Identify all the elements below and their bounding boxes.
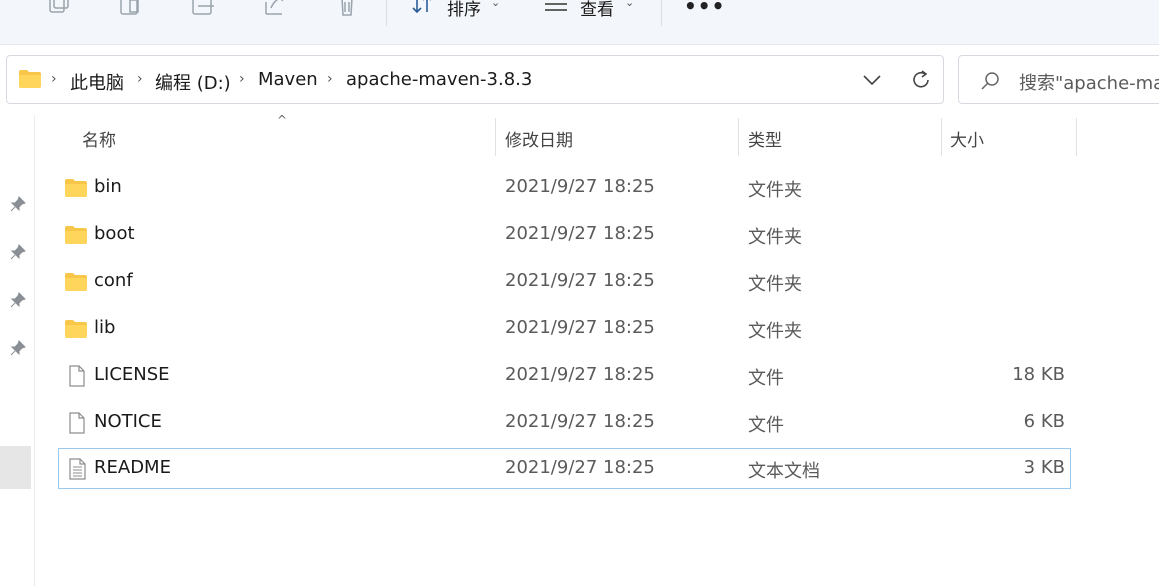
pin-icon[interactable] [10,292,26,308]
file-date: 2021/9/27 18:25 [505,270,655,291]
file-type: 文件夹 [748,180,802,201]
file-type: 文件夹 [748,274,802,295]
chevron-down-icon[interactable] [860,68,884,92]
file-name: bin [94,176,122,197]
file-date: 2021/9/27 18:25 [505,364,655,385]
search-input[interactable]: 搜索"apache-maven-3.8.3" [1019,69,1159,95]
folder-icon [65,273,87,291]
view-icon[interactable] [543,0,569,18]
text-file-icon [69,458,86,480]
folder-icon [65,179,87,197]
paste-icon[interactable] [117,0,143,18]
file-row[interactable]: conf 2021/9/27 18:25 文件夹 [58,261,1071,302]
sort-ascending-icon: ^ [277,113,288,127]
file-row[interactable]: bin 2021/9/27 18:25 文件夹 [58,167,1071,208]
column-header-name[interactable]: 名称 [82,126,116,151]
pin-icon[interactable] [10,196,26,212]
breadcrumb-this-pc[interactable]: 此电脑 [70,69,124,95]
file-name: LICENSE [94,364,170,385]
sort-button[interactable]: 排序 [447,0,481,20]
view-button[interactable]: 查看 [580,0,614,20]
file-row-selected[interactable]: README 2021/9/27 18:25 文本文档 3 KB [58,448,1071,489]
command-bar: 排序 ⌄ 查看 ⌄ ••• [0,0,1159,45]
refresh-icon[interactable] [909,68,933,92]
file-type: 文件 [748,415,784,436]
file-size: 18 KB [1012,364,1065,385]
toolbar-divider [386,0,387,26]
file-date: 2021/9/27 18:25 [505,223,655,244]
column-divider[interactable] [495,118,496,156]
pin-icon[interactable] [10,244,26,260]
file-type: 文件夹 [748,321,802,342]
nav-item-selected[interactable] [0,446,31,489]
delete-icon[interactable] [334,0,360,18]
breadcrumb-separator: › [137,71,143,87]
share-icon[interactable] [262,0,288,18]
file-type: 文本文档 [748,461,820,482]
file-icon [69,365,85,387]
file-name: NOTICE [94,411,162,432]
file-icon [69,412,85,434]
file-name: conf [94,270,133,291]
file-row[interactable]: NOTICE 2021/9/27 18:25 文件 6 KB [58,402,1071,443]
file-date: 2021/9/27 18:25 [505,457,655,478]
rename-icon[interactable] [190,0,216,18]
file-row[interactable]: boot 2021/9/27 18:25 文件夹 [58,214,1071,255]
breadcrumb-drive-d[interactable]: 编程 (D:) [155,69,231,95]
file-date: 2021/9/27 18:25 [505,411,655,432]
sort-icon[interactable] [410,0,436,18]
file-name: boot [94,223,135,244]
address-bar[interactable]: › 此电脑 › 编程 (D:) › Maven › apache-maven-3… [6,55,944,104]
copy-icon[interactable] [46,0,72,18]
file-name: README [94,457,171,478]
column-header-type[interactable]: 类型 [748,126,782,151]
search-icon [981,72,999,90]
file-size: 6 KB [1023,411,1065,432]
folder-icon [65,320,87,338]
folder-icon [19,70,41,88]
search-box[interactable]: 搜索"apache-maven-3.8.3" [958,55,1159,104]
file-date: 2021/9/27 18:25 [505,317,655,338]
chevron-down-icon: ⌄ [625,0,635,9]
pin-icon[interactable] [10,340,26,356]
column-divider[interactable] [1076,118,1077,156]
file-size: 3 KB [1023,457,1065,478]
column-header-date[interactable]: 修改日期 [505,126,573,151]
file-row[interactable]: lib 2021/9/27 18:25 文件夹 [58,308,1071,349]
breadcrumb-separator: › [239,71,245,87]
file-type: 文件夹 [748,227,802,248]
file-date: 2021/9/27 18:25 [505,176,655,197]
file-row[interactable]: LICENSE 2021/9/27 18:25 文件 18 KB [58,355,1071,396]
navigation-pane-border [34,115,35,586]
breadcrumb-separator: › [51,71,57,87]
breadcrumb-apache-maven[interactable]: apache-maven-3.8.3 [346,69,532,90]
file-type: 文件 [748,368,784,389]
toolbar-divider [661,0,662,26]
breadcrumb-maven[interactable]: Maven [258,69,318,90]
column-divider[interactable] [941,118,942,156]
breadcrumb-separator: › [327,71,333,87]
chevron-down-icon: ⌄ [491,0,501,9]
folder-icon [65,226,87,244]
column-header-size[interactable]: 大小 [950,126,984,151]
more-options-button[interactable]: ••• [684,0,725,18]
column-divider[interactable] [738,118,739,156]
file-name: lib [94,317,116,338]
